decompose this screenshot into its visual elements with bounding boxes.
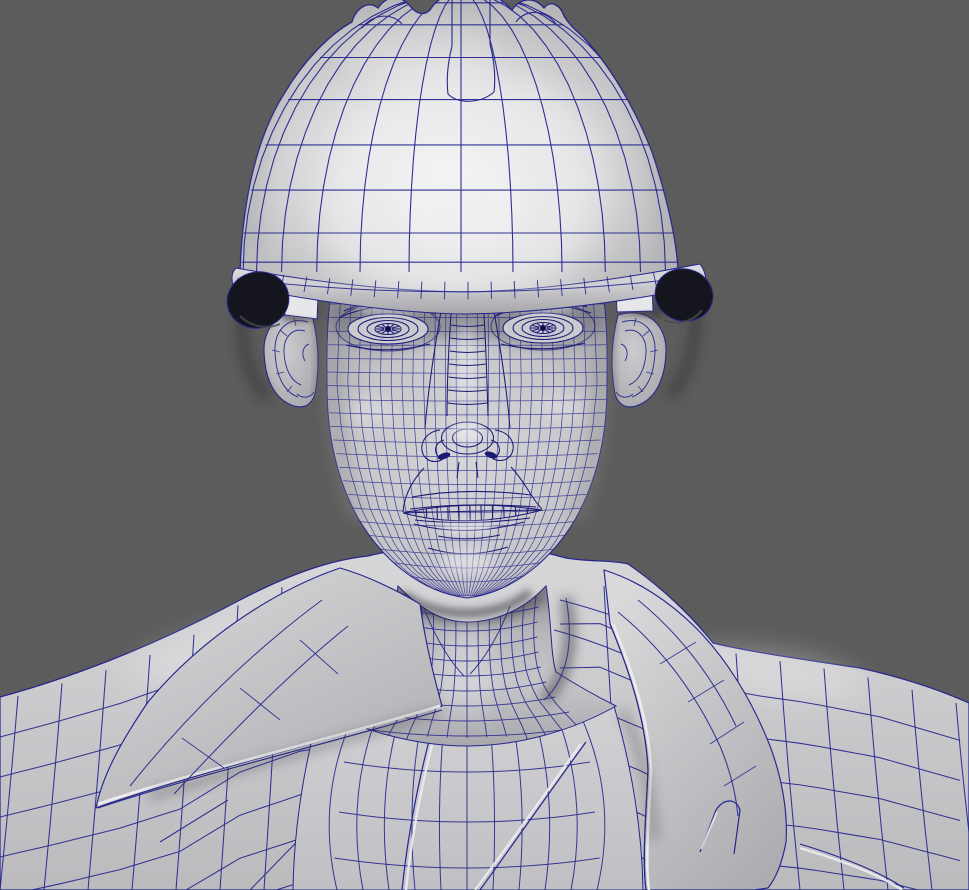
mesh-line (458, 505, 460, 521)
mesh-line (453, 422, 481, 442)
mesh-line (441, 521, 493, 533)
viewport-3d[interactable] (0, 0, 969, 890)
iris (540, 325, 546, 331)
mesh-line (400, 153, 524, 257)
mesh-line (480, 505, 482, 521)
mesh-line (469, 505, 471, 521)
iris (385, 326, 391, 332)
mesh-line (340, 21, 500, 89)
mesh-line (441, 548, 493, 576)
scene-canvas (0, 0, 969, 890)
